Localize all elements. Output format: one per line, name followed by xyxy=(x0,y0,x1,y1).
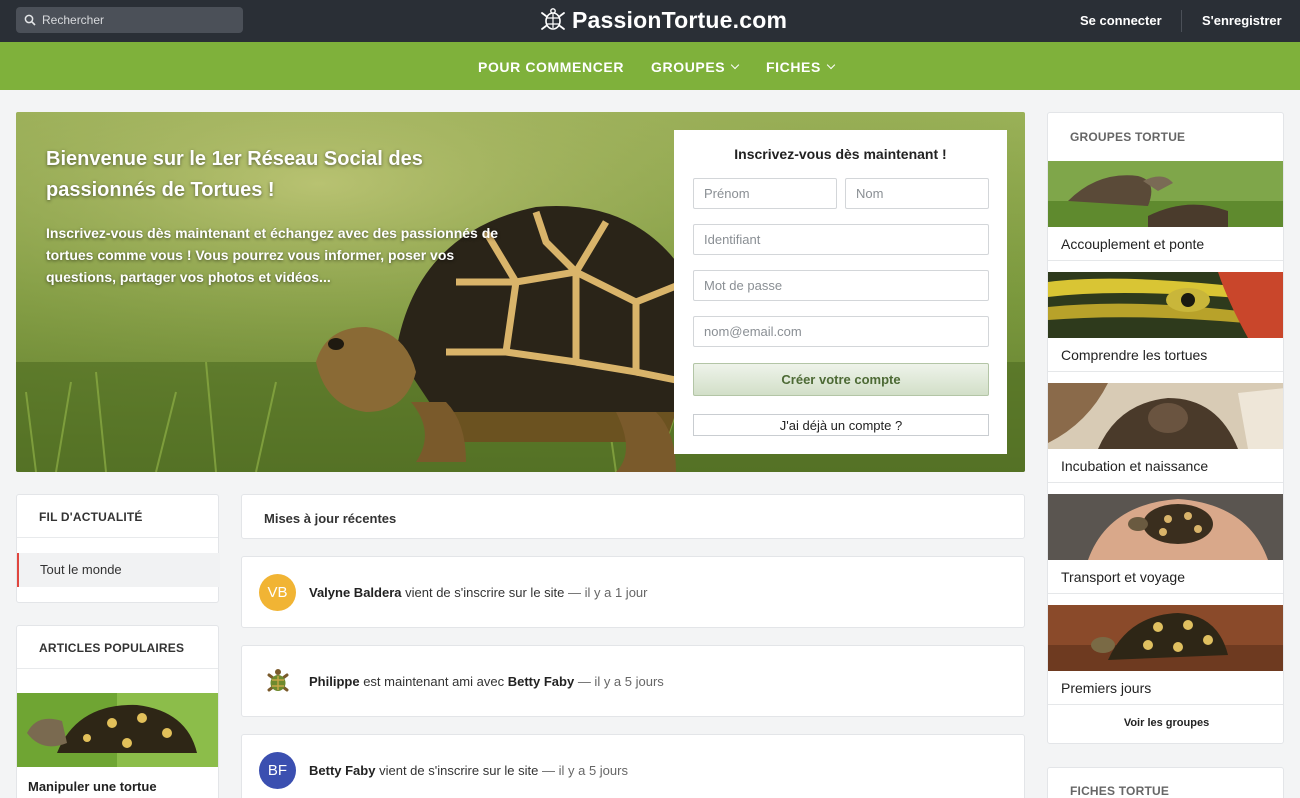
divider xyxy=(1048,593,1283,594)
activity-text: Philippe est maintenant ami avec Betty F… xyxy=(309,674,664,689)
activity-user[interactable]: Betty Faby xyxy=(309,763,375,778)
turtle-sheets-card: FICHES TORTUE xyxy=(1047,767,1284,798)
topbar-divider xyxy=(1181,10,1182,32)
top-bar: PassionTortue.com Se connecter S'enregis… xyxy=(0,0,1300,42)
turtle-icon xyxy=(267,668,288,691)
divider xyxy=(1048,704,1283,705)
news-feed-title: FIL D'ACTUALITÉ xyxy=(39,510,143,524)
avatar[interactable] xyxy=(259,663,296,700)
group-item[interactable]: Transport et voyage xyxy=(1048,494,1283,594)
username-field[interactable] xyxy=(693,224,989,255)
group-thumbnail xyxy=(1048,272,1283,338)
email-field[interactable] xyxy=(693,316,989,347)
article-thumbnail[interactable] xyxy=(17,693,219,767)
group-item[interactable]: Premiers jours xyxy=(1048,605,1283,705)
nav-item-getting-started[interactable]: POUR COMMENCER xyxy=(478,59,624,75)
group-name: Comprendre les tortues xyxy=(1061,347,1208,363)
divider xyxy=(1048,371,1283,372)
group-thumbnail xyxy=(1048,383,1283,449)
nav-item-sheets[interactable]: FICHES xyxy=(766,59,836,75)
divider xyxy=(17,537,218,538)
see-all-groups-link[interactable]: Voir les groupes xyxy=(1048,717,1283,729)
main-nav: POUR COMMENCER GROUPES FICHES xyxy=(0,42,1300,90)
activity-time: — il y a 5 jours xyxy=(577,674,664,689)
register-link[interactable]: S'enregistrer xyxy=(1202,13,1282,28)
group-item[interactable]: Comprendre les tortues xyxy=(1048,272,1283,372)
activity-action: est maintenant ami avec xyxy=(363,674,505,689)
recent-updates-header: Mises à jour récentes xyxy=(241,494,1025,539)
chevron-down-icon xyxy=(730,60,740,70)
nav-item-groups[interactable]: GROUPES xyxy=(651,59,740,75)
group-thumbnail xyxy=(1048,605,1283,671)
chevron-down-icon xyxy=(826,60,836,70)
activity-text: Valyne Baldera vient de s'inscrire sur l… xyxy=(309,585,648,600)
turtle-logo-icon xyxy=(541,8,565,30)
activity-item: VB Valyne Baldera vient de s'inscrire su… xyxy=(241,556,1025,628)
search-input[interactable] xyxy=(42,13,232,27)
search-icon xyxy=(24,14,36,26)
news-feed-card: FIL D'ACTUALITÉ Tout le monde xyxy=(16,494,220,603)
divider xyxy=(1048,260,1283,261)
activity-item: Philippe est maintenant ami avec Betty F… xyxy=(241,645,1025,717)
lastname-field[interactable] xyxy=(845,178,989,209)
popular-articles-card: ARTICLES POPULAIRES Manipuler une tortue xyxy=(16,625,219,798)
group-name: Transport et voyage xyxy=(1061,569,1185,585)
signup-title: Inscrivez-vous dès maintenant ! xyxy=(734,146,947,162)
search-box[interactable] xyxy=(16,7,243,33)
divider xyxy=(1048,482,1283,483)
hero-description: Inscrivez-vous dès maintenant et échange… xyxy=(46,225,499,285)
divider xyxy=(17,668,218,669)
recent-updates-title: Mises à jour récentes xyxy=(264,511,397,526)
group-name: Incubation et naissance xyxy=(1061,458,1209,474)
already-have-account-button[interactable]: J'ai déjà un compte ? xyxy=(693,414,989,436)
activity-time: — il y a 1 jour xyxy=(568,585,648,600)
activity-item: BF Betty Faby vient de s'inscrire sur le… xyxy=(241,734,1025,798)
group-thumbnail xyxy=(1048,161,1283,227)
popular-articles-title: ARTICLES POPULAIRES xyxy=(39,641,185,655)
activity-time: — il y a 5 jours xyxy=(541,763,628,778)
activity-action: vient de s'inscrire sur le site xyxy=(405,585,565,600)
avatar[interactable]: BF xyxy=(259,752,296,789)
group-thumbnail xyxy=(1048,494,1283,560)
login-link[interactable]: Se connecter xyxy=(1080,13,1162,28)
avatar[interactable]: VB xyxy=(259,574,296,611)
site-logo[interactable]: PassionTortue.com xyxy=(540,5,787,35)
nav-label: GROUPES xyxy=(651,59,726,75)
article-title[interactable]: Manipuler une tortue xyxy=(28,779,157,794)
nav-label: FICHES xyxy=(766,59,821,75)
turtle-sheets-title: FICHES TORTUE xyxy=(1070,784,1170,798)
logo-text: PassionTortue.com xyxy=(572,6,788,33)
group-item[interactable]: Accouplement et ponte xyxy=(1048,161,1283,261)
activity-text: Betty Faby vient de s'inscrire sur le si… xyxy=(309,763,628,778)
feed-filter-everyone[interactable]: Tout le monde xyxy=(17,553,220,587)
activity-user[interactable]: Valyne Baldera xyxy=(309,585,402,600)
turtle-groups-title: GROUPES TORTUE xyxy=(1070,130,1186,144)
turtle-groups-card: GROUPES TORTUE Accouplement et ponte Com… xyxy=(1047,112,1284,744)
firstname-field[interactable] xyxy=(693,178,837,209)
activity-action: vient de s'inscrire sur le site xyxy=(379,763,539,778)
activity-target-user[interactable]: Betty Faby xyxy=(508,674,574,689)
password-field[interactable] xyxy=(693,270,989,301)
nav-label: POUR COMMENCER xyxy=(478,59,625,75)
group-name: Accouplement et ponte xyxy=(1061,236,1205,252)
group-name: Premiers jours xyxy=(1061,680,1152,696)
activity-user[interactable]: Philippe xyxy=(309,674,360,689)
signup-form: Inscrivez-vous dès maintenant ! Créer vo… xyxy=(674,130,1007,454)
hero-title: Bienvenue sur le 1er Réseau Social des p… xyxy=(46,148,423,201)
create-account-button[interactable]: Créer votre compte xyxy=(693,363,989,396)
group-item[interactable]: Incubation et naissance xyxy=(1048,383,1283,483)
